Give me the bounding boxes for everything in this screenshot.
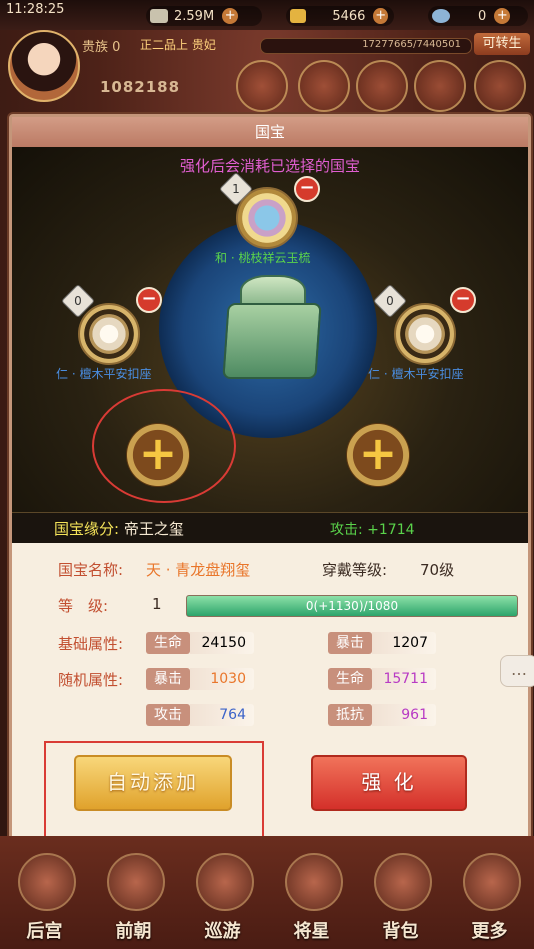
event-icon[interactable] bbox=[474, 60, 526, 112]
stat-value: 1030 bbox=[190, 668, 254, 690]
resource-gift[interactable]: 0 + bbox=[428, 6, 528, 26]
court-icon bbox=[106, 853, 165, 911]
right-slot-remove-button[interactable]: − bbox=[450, 287, 476, 313]
exp-bar: 17277665/7440501 bbox=[260, 38, 472, 54]
fate-row: 国宝缘分: 帝王之玺 bbox=[54, 518, 184, 539]
nav-label: 更多 bbox=[471, 921, 508, 942]
left-slot-name: 仁 · 檀木平安扣座 bbox=[56, 367, 152, 381]
promote-button[interactable]: 可转生 bbox=[474, 33, 530, 55]
left-treasure-slot[interactable] bbox=[78, 303, 140, 365]
fate-bar: 国宝缘分: 帝王之玺 攻击: +1714 bbox=[12, 512, 528, 543]
resource-value: 0 bbox=[478, 8, 487, 24]
treasure-info: 国宝名称: 天 · 青龙盘翔玺 穿戴等级: 70级 等 级: 1 0(+1130… bbox=[12, 543, 528, 843]
nav-item-court[interactable]: 前朝 bbox=[95, 849, 173, 949]
wear-level-value: 70级 bbox=[420, 561, 455, 579]
bag-icon bbox=[373, 853, 432, 911]
left-slot-remove-button[interactable]: − bbox=[136, 287, 162, 313]
stat-key: 生命 bbox=[146, 632, 190, 654]
add-treasure-button-right[interactable]: + bbox=[346, 423, 410, 487]
nav-item-tour[interactable]: 巡游 bbox=[184, 849, 262, 949]
stat-key: 抵抗 bbox=[328, 704, 372, 726]
top-slot-name: 和 · 桃枝祥云玉梳 bbox=[215, 251, 311, 265]
gift-icon bbox=[432, 9, 450, 23]
event-icon[interactable] bbox=[298, 60, 350, 112]
right-slot-name: 仁 · 檀木平安扣座 bbox=[368, 367, 464, 381]
add-gold-button[interactable]: + bbox=[373, 8, 388, 24]
progress-text: 0(+1130)/1080 bbox=[305, 599, 399, 613]
resource-gold[interactable]: 5466 + bbox=[286, 6, 394, 26]
stat-base-hp: 生命 24150 bbox=[146, 631, 254, 655]
palace-icon bbox=[17, 853, 76, 911]
resource-value: 2.59M bbox=[174, 8, 215, 24]
resource-value: 5466 bbox=[332, 8, 366, 24]
bottom-nav: 后宫 前朝 巡游 将星 背包 更多 bbox=[0, 836, 534, 949]
nav-label: 将星 bbox=[293, 921, 330, 942]
player-title: 正二品上 贵妃 bbox=[140, 38, 216, 52]
nav-item-bag[interactable]: 背包 bbox=[362, 849, 440, 949]
stat-value: 961 bbox=[372, 704, 436, 726]
treasure-name: 天 · 青龙盘翔玺 bbox=[146, 561, 251, 579]
nav-item-harem[interactable]: 后宫 bbox=[6, 849, 84, 949]
nav-item-general[interactable]: 将星 bbox=[273, 849, 351, 949]
dialog-title: 国宝 bbox=[12, 117, 528, 147]
level-value: 1 bbox=[152, 595, 162, 613]
base-stats-label: 基础属性: bbox=[58, 635, 124, 653]
strengthen-button[interactable]: 强 化 bbox=[311, 755, 467, 811]
random-stats-label: 随机属性: bbox=[58, 671, 124, 689]
chat-bubble-icon[interactable]: … bbox=[500, 655, 534, 687]
resource-coins[interactable]: 2.59M + bbox=[146, 6, 262, 26]
tour-icon bbox=[195, 853, 254, 911]
right-treasure-slot[interactable] bbox=[394, 303, 456, 365]
stat-random-attack: 攻击 764 bbox=[146, 703, 254, 727]
highlight-circle bbox=[92, 389, 236, 503]
event-icon[interactable] bbox=[236, 60, 288, 112]
nav-label: 后宫 bbox=[26, 921, 63, 942]
gold-ingot-icon bbox=[290, 9, 307, 23]
stat-random-hp: 生命 15711 bbox=[328, 667, 436, 691]
power-value: 1082188 bbox=[100, 78, 181, 96]
dragon-seal-icon bbox=[222, 303, 322, 379]
level-label: 等 级: bbox=[58, 597, 109, 615]
nav-label: 背包 bbox=[382, 921, 419, 942]
noble-rank: 贵族 0 bbox=[82, 40, 121, 55]
stat-value: 24150 bbox=[190, 632, 254, 654]
treasure-stage: 强化后会消耗已选择的国宝 1 − 和 · 桃枝祥云玉梳 0 − 仁 · 檀木平安… bbox=[12, 147, 528, 542]
clock: 11:28:25 bbox=[6, 2, 65, 17]
stat-key: 攻击 bbox=[146, 704, 190, 726]
stat-key: 暴击 bbox=[328, 632, 372, 654]
auto-add-button[interactable]: 自动添加 bbox=[74, 755, 232, 811]
stat-value: 1207 bbox=[372, 632, 436, 654]
stat-value: 764 bbox=[190, 704, 254, 726]
more-icon bbox=[462, 853, 521, 911]
coin-icon bbox=[150, 9, 168, 23]
fate-value: 帝王之玺 bbox=[123, 520, 184, 538]
exp-text: 17277665/7440501 bbox=[362, 39, 461, 50]
nav-label: 巡游 bbox=[204, 921, 241, 942]
nav-item-more[interactable]: 更多 bbox=[451, 849, 529, 949]
stat-key: 暴击 bbox=[146, 668, 190, 690]
wear-level-label: 穿戴等级: bbox=[322, 561, 388, 579]
stat-key: 生命 bbox=[328, 668, 372, 690]
add-coins-button[interactable]: + bbox=[222, 8, 239, 24]
treasure-dialog: 国宝 强化后会消耗已选择的国宝 1 − 和 · 桃枝祥云玉梳 0 − 仁 · 檀… bbox=[9, 114, 531, 843]
consume-notice: 强化后会消耗已选择的国宝 bbox=[179, 157, 360, 175]
stat-value: 15711 bbox=[372, 668, 436, 690]
attack-bonus: 攻击: +1714 bbox=[330, 522, 415, 538]
general-icon bbox=[284, 853, 343, 911]
fate-label: 国宝缘分: bbox=[54, 520, 120, 538]
name-label: 国宝名称: bbox=[58, 561, 124, 579]
status-bar: 11:28:25 2.59M + 5466 + 0 + bbox=[0, 0, 534, 30]
nav-label: 前朝 bbox=[115, 921, 152, 942]
stat-random-crit: 暴击 1030 bbox=[146, 667, 254, 691]
stat-base-crit: 暴击 1207 bbox=[328, 631, 436, 655]
add-gift-button[interactable]: + bbox=[494, 8, 511, 24]
stat-random-resist: 抵抗 961 bbox=[328, 703, 436, 727]
event-icon[interactable] bbox=[356, 60, 408, 112]
avatar[interactable] bbox=[8, 30, 80, 102]
level-progress-bar: 0(+1130)/1080 bbox=[186, 595, 518, 617]
event-icon[interactable] bbox=[414, 60, 466, 112]
top-slot-remove-button[interactable]: − bbox=[294, 176, 320, 202]
